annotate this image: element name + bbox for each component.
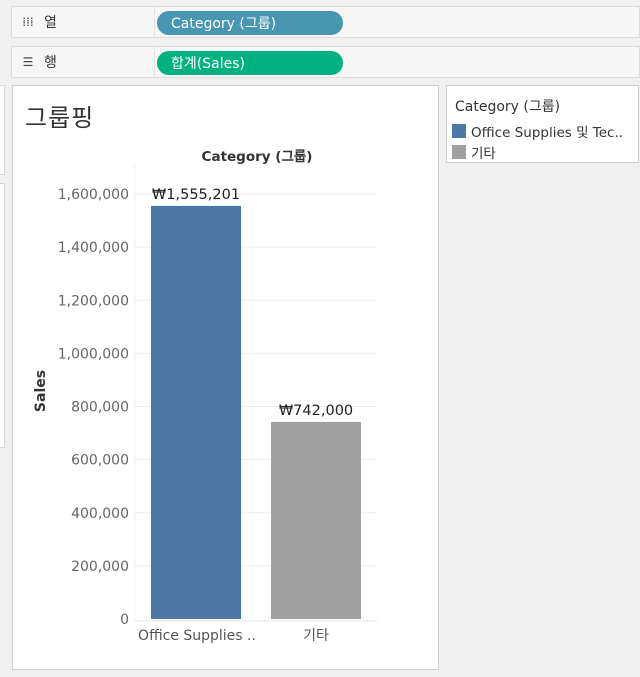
x-tick-label: 기타: [303, 628, 329, 644]
rows-shelf-label: ☰ 행: [12, 47, 155, 77]
data-label: ₩1,555,201: [152, 187, 240, 203]
columns-label-text: 열: [44, 15, 57, 31]
y-tick-label: 1,400,000: [58, 240, 129, 256]
columns-shelf: ⁞⁞⁞ 열 Category (그룹): [11, 6, 640, 38]
rows-icon: ☰: [22, 55, 34, 69]
legend-swatch: [452, 124, 466, 138]
y-tick-label: 1,600,000: [58, 187, 129, 203]
y-tick-label: 1,000,000: [58, 346, 129, 362]
y-tick-label: 0: [120, 612, 129, 628]
left-panel-card: [0, 183, 5, 448]
legend-item-label: 기타: [471, 146, 496, 162]
worksheet: 그룹핑 0 200,000 400,000 600,000 800,000 1,000,0…: [12, 85, 439, 670]
chart-title: Category (그룹): [202, 149, 313, 165]
columns-shelf-label: ⁞⁞⁞ 열: [12, 7, 155, 37]
columns-icon: ⁞⁞⁞: [22, 15, 34, 29]
y-axis-label: Sales: [33, 370, 49, 412]
data-label: ₩742,000: [279, 403, 353, 419]
rows-shelf: ☰ 행 합계(Sales): [11, 46, 640, 78]
bar-chart: 0 200,000 400,000 600,000 800,000 1,000,000 1,…: [33, 149, 377, 644]
x-tick-label: Office Supplies ..: [138, 628, 256, 644]
rows-label-text: 행: [44, 55, 57, 71]
columns-pill[interactable]: Category (그룹): [157, 11, 343, 35]
rows-pill[interactable]: 합계(Sales): [157, 51, 343, 75]
y-tick-label: 400,000: [71, 506, 129, 522]
legend-title: Category (그룹): [455, 99, 561, 115]
bar: [151, 205, 241, 620]
left-panel-card: [0, 85, 5, 175]
y-tick-label: 800,000: [71, 400, 129, 416]
legend-item-office-supplies[interactable]: Office Supplies 및 Tec..: [452, 123, 624, 141]
legend-item-other[interactable]: 기타: [452, 144, 496, 162]
y-tick-label: 600,000: [71, 453, 129, 469]
legend-item-label: Office Supplies 및 Tec..: [471, 125, 624, 141]
y-tick-label: 200,000: [71, 559, 129, 575]
legend[interactable]: Category (그룹) Office Supplies 및 Tec.. 기타: [446, 85, 639, 163]
y-tick-label: 1,200,000: [58, 293, 129, 309]
bar: [271, 421, 361, 619]
legend-swatch: [452, 145, 466, 159]
